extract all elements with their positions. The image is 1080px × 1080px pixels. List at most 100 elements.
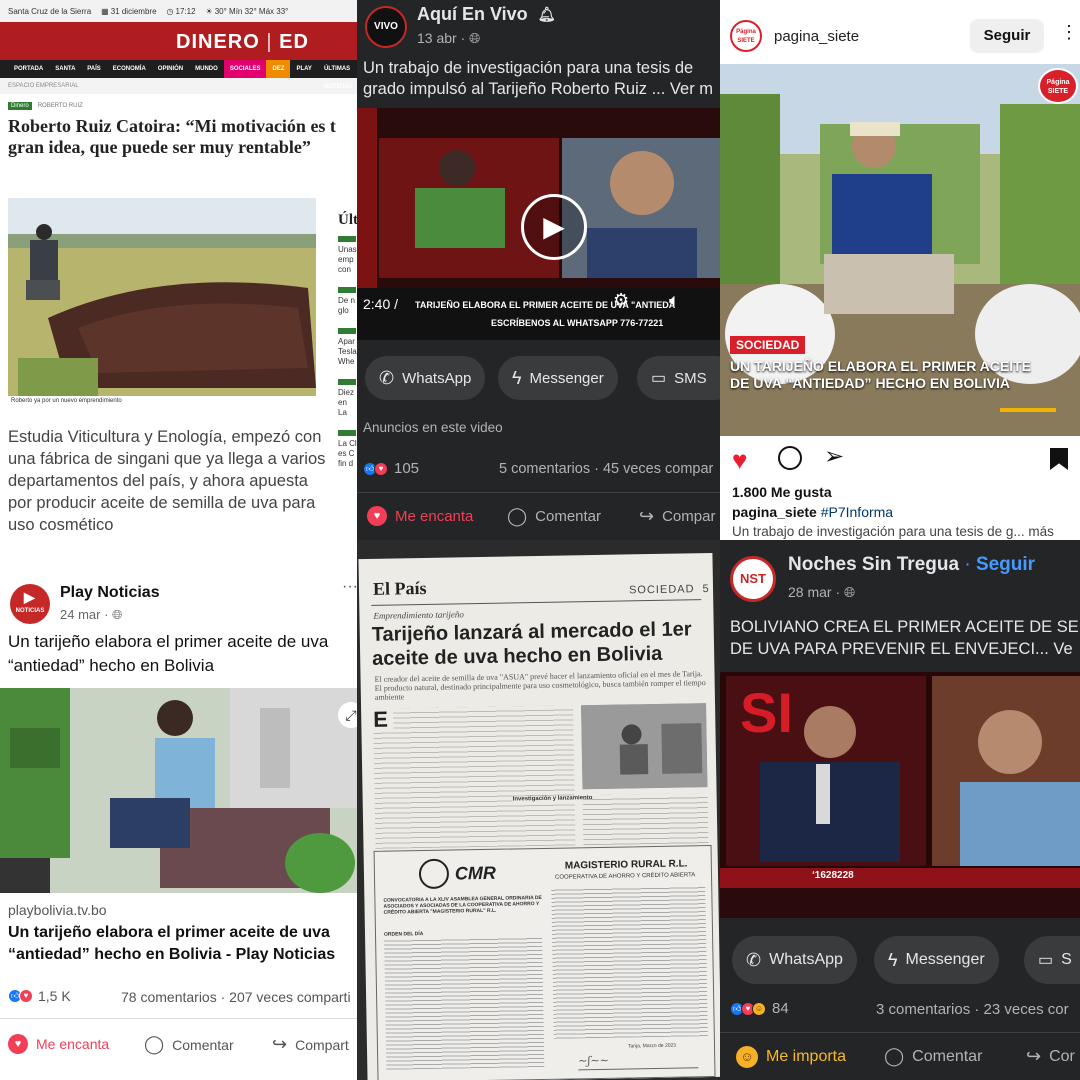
nav-play[interactable]: PLAY [290, 60, 317, 78]
comments-shares[interactable]: 5 comentarios · 45 veces compar [499, 461, 713, 477]
love-button[interactable]: ♥ Me encanta [367, 506, 473, 526]
video-player[interactable]: ▶ 2:40 / TARIJEÑO ELABORA EL PRIMER ACEI… [357, 108, 720, 340]
nav-mundo[interactable]: MUNDO [189, 60, 224, 78]
link-title[interactable]: Un tarijeño elabora el primer aceite de … [8, 922, 353, 966]
aqui-en-vivo-post: VIVO Aquí En Vivo 🔔︎ 13 abr · 🌐︎ Un trab… [357, 0, 720, 540]
share-messenger-button[interactable]: ϟ Messenger [874, 936, 999, 984]
comment-button[interactable]: ◯ Comentar [884, 1046, 982, 1067]
more-options-icon[interactable]: ··· [342, 578, 357, 596]
expand-icon[interactable]: ⤢ [338, 702, 357, 728]
category-tag[interactable]: Dinero [8, 102, 32, 110]
divider [720, 1032, 1080, 1033]
paper-dek: El creador del aceite de semilla de uva … [374, 669, 706, 702]
caption-user[interactable]: pagina_siete [732, 504, 817, 520]
ad-sub: COOPERATIVA DE AHORRO Y CRÉDITO ABIERTA [554, 872, 696, 881]
kebab-menu-icon[interactable]: ⋮ [1060, 22, 1078, 43]
page-header: Noches Sin Tregua · Seguir [788, 554, 1036, 575]
page-name[interactable]: Aquí En Vivo 🔔︎ [417, 4, 555, 25]
post-photo[interactable]: Página SIETE SOCIEDAD UN TARIJEÑO ELABOR… [720, 64, 1080, 436]
workshop-scene [0, 688, 357, 893]
nav-sociales[interactable]: SOCIALES [223, 60, 267, 78]
dinero-article-panel: Santa Cruz de la Sierra ▦ 31 diciembre ◷… [0, 0, 357, 540]
page-avatar[interactable]: ▶ NOTICIAS [10, 584, 50, 624]
share-whatsapp-button[interactable]: ✆ WhatsApp [732, 936, 857, 984]
likes-count[interactable]: 1.800 Me gusta [732, 484, 832, 500]
drop-cap: E [373, 707, 394, 732]
comment-bubble-icon[interactable] [778, 446, 802, 470]
post-date: 13 abr · 🌐︎ [417, 30, 481, 46]
care-button[interactable]: ☺ Me importa [736, 1046, 846, 1068]
status-bar: Santa Cruz de la Sierra ▦ 31 diciembre ◷… [0, 0, 357, 22]
share-whatsapp-button[interactable]: ✆ WhatsApp [365, 356, 486, 400]
care-emoji-icon: ☺ [736, 1046, 758, 1068]
ad-text-right [551, 886, 708, 1039]
play-button[interactable]: ▶ [521, 194, 587, 260]
share-sms-button[interactable]: ▭ SMS [637, 356, 720, 400]
share-messenger-button[interactable]: ϟ Messenger [498, 356, 618, 400]
account-name[interactable]: pagina_siete [774, 28, 859, 45]
follow-link[interactable]: Seguir [976, 554, 1035, 575]
nav-portada[interactable]: PORTADA [8, 60, 49, 78]
page-name[interactable]: Play Noticias [60, 584, 160, 602]
post-photo[interactable]: ⤢ [0, 688, 357, 893]
ad-box: CMR MAGISTERIO RURAL R.L. COOPERATIVA DE… [373, 845, 716, 1080]
nav-economia[interactable]: ECONOMÍA [107, 60, 152, 78]
messenger-icon: ϟ [512, 367, 522, 388]
comments-shares[interactable]: 78 comentarios · 207 veces comparti [121, 989, 351, 1005]
ad-footer: Tarija, Marzo de 2023 [627, 1042, 677, 1050]
ad-heading: CONVOCATORIA A LA XLIV ASAMBLEA GENERAL … [383, 894, 542, 916]
nav-santa-cruz[interactable]: SANTA CRUZ [49, 60, 81, 90]
page-avatar[interactable]: NST [730, 556, 776, 602]
share-button[interactable]: ↪ Compar [639, 506, 715, 527]
section-label: ESPACIO EMPRESARIAL [0, 78, 357, 94]
settings-icon[interactable]: ⚙ [613, 290, 629, 311]
reactions-summary[interactable]: 👍︎ ♥ 1,5 K [8, 988, 71, 1004]
post-date: 24 mar · 🌐︎ [60, 607, 123, 622]
link-domain[interactable]: playbolivia.tv.bo [8, 902, 107, 918]
sidebar-item[interactable]: Unas emp con [338, 236, 357, 275]
caption-line: pagina_siete #P7Informa [732, 504, 893, 520]
play-icon: ▶ [24, 589, 35, 605]
sidebar-list: Unas emp con De n glo Apar Tesla Whe Die… [338, 236, 357, 469]
bell-icon[interactable]: 🔔︎ [538, 6, 556, 23]
heart-icon: ♥ [8, 1034, 28, 1054]
nav-opinion[interactable]: OPINIÓN [152, 60, 189, 78]
ad-emblem-icon [418, 858, 450, 890]
share-button[interactable]: ↪ Compart [272, 1034, 349, 1055]
love-button[interactable]: ♥ Me encanta [8, 1034, 109, 1054]
nav-pais[interactable]: PAÍS [81, 60, 107, 78]
volume-icon[interactable]: 🔈︎ [669, 290, 680, 311]
heart-icon: ♥ [367, 506, 387, 526]
follow-button[interactable]: Seguir [970, 19, 1044, 53]
post-date: 28 mar · 🌐︎ [788, 584, 856, 600]
account-avatar[interactable]: Página SIETE [730, 20, 762, 52]
post-text: BOLIVIANO CREA EL PRIMER ACEITE DE SE DE… [730, 618, 1079, 658]
site-logo[interactable]: DINERO | ED [176, 31, 309, 54]
page-name[interactable]: Noches Sin Tregua [788, 554, 959, 575]
video-time: 2:40 / [363, 296, 399, 312]
reactions-summary[interactable]: 👍︎ ♥ ☺ 84 [730, 1000, 789, 1017]
reactions-summary[interactable]: 👍︎ ♥ 105 [363, 460, 419, 477]
sidebar-item[interactable]: Diez en La [338, 379, 357, 418]
caption-text[interactable]: Un trabajo de investigación para una tes… [732, 524, 1077, 539]
photo-caption: Roberto ya por un nuevo emprendimiento [11, 398, 122, 404]
like-heart-icon[interactable]: ♥ [732, 446, 747, 474]
photo-mark [581, 703, 708, 790]
caption-hashtag[interactable]: #P7Informa [821, 504, 893, 520]
comment-button[interactable]: ◯ Comentar [144, 1034, 234, 1055]
page-avatar[interactable]: VIVO [365, 6, 407, 48]
nav-ultimas[interactable]: ÚLTIMAS NOTICIAS [318, 60, 357, 90]
share-button[interactable]: ↪ Cor [1026, 1046, 1075, 1067]
sidebar-item[interactable]: La Cl es C fin d [338, 430, 357, 469]
comments-shares[interactable]: 3 comentarios · 23 veces cor [876, 1001, 1069, 1018]
video-player[interactable]: SI ‘1628228 [720, 672, 1080, 918]
nav-dez[interactable]: DEZ [266, 60, 291, 78]
sidebar-item[interactable]: De n glo [338, 287, 357, 316]
share-sms-button[interactable]: ▭ S [1024, 936, 1080, 984]
sidebar-item[interactable]: Apar Tesla Whe [338, 328, 357, 367]
send-icon[interactable]: ➢ [824, 442, 844, 471]
brand-badge: Página SIETE [1038, 68, 1078, 104]
ads-label[interactable]: Anuncios en este video [363, 420, 503, 435]
comment-button[interactable]: ◯ Comentar [507, 506, 601, 527]
bookmark-icon[interactable] [1050, 448, 1068, 470]
